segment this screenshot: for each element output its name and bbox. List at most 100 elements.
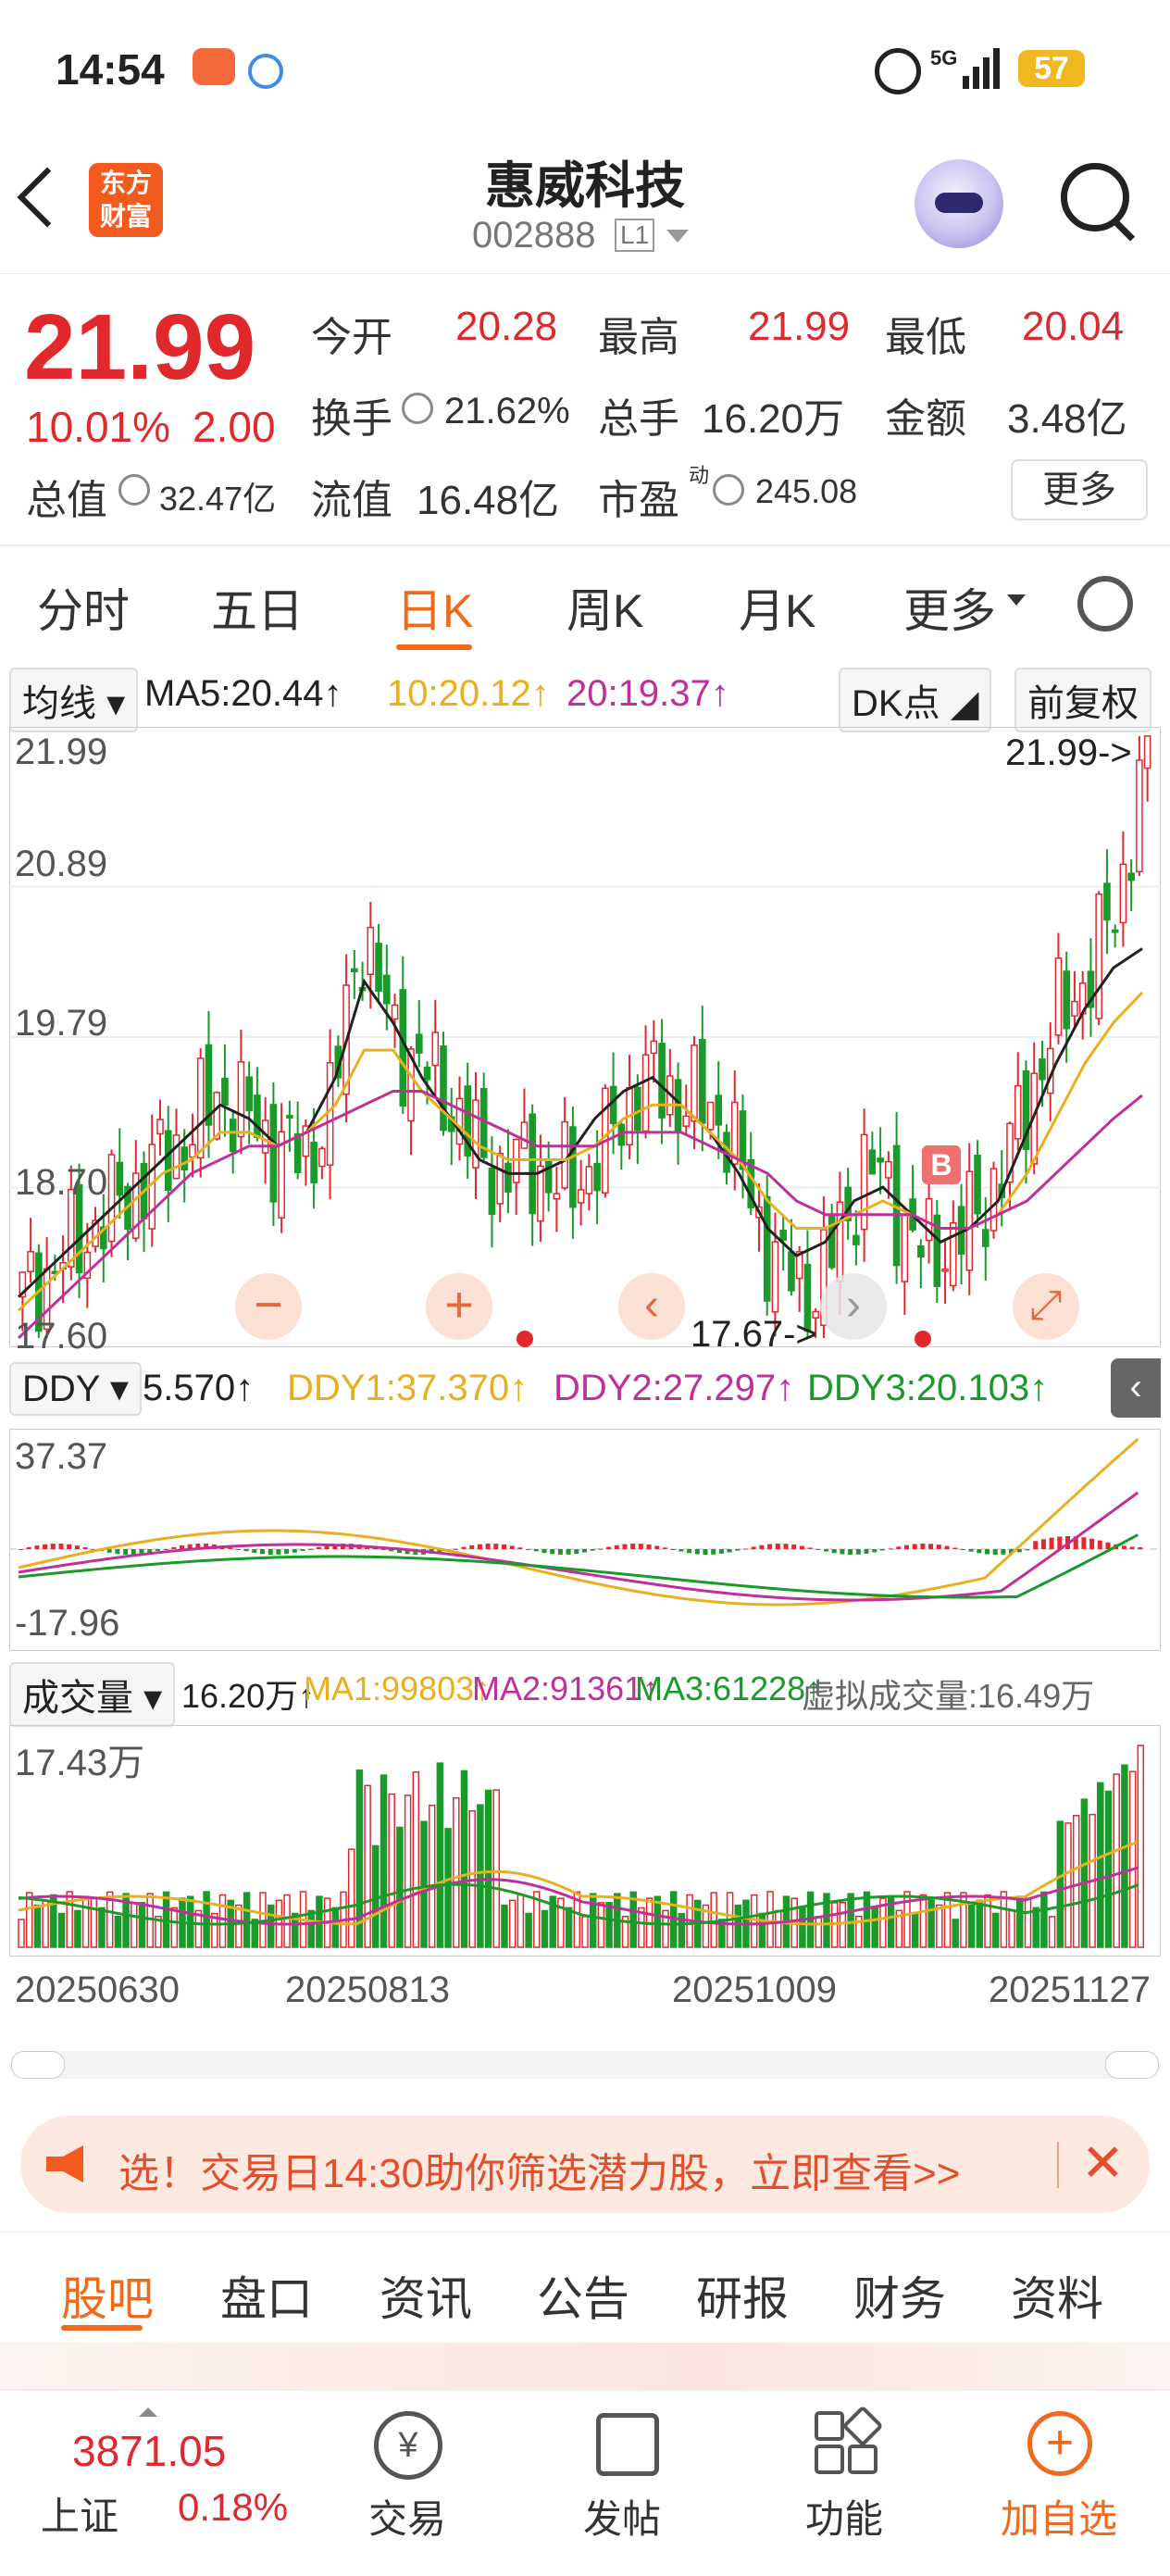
ddy-bar [1138,1546,1143,1549]
candle-body [763,1195,771,1302]
candle-body [715,1094,723,1126]
quote-panel: 21.99 10.01% 2.00 今开 20.28 最高 21.99 最低 2… [0,274,1170,546]
scroll-right-button[interactable]: › [820,1273,887,1340]
scroll-left-button[interactable]: ‹ [618,1273,685,1340]
ddy2-value: DDY2:27.297↑ [554,1368,795,1408]
ddy-bar [767,1544,773,1549]
code-dropdown-icon[interactable] [666,230,689,243]
volume-bar [919,1894,927,1948]
volume-bar [936,1904,943,1948]
candle-body [569,1126,577,1208]
tab-more-periods[interactable]: 更多 [903,574,996,641]
volume-bar [815,1916,823,1948]
volume-bar [1113,1773,1120,1948]
price-chart[interactable] [9,727,1161,1347]
ddy-bar [115,1549,120,1555]
scroll-handle-left[interactable] [11,2051,65,2079]
tab-profile[interactable]: 资料 [1011,2262,1103,2329]
open-value: 20.28 [455,304,558,349]
volume-bar [243,1892,251,1948]
candle-body [423,1066,431,1081]
index-value[interactable]: 3871.05 [72,2426,226,2476]
ma-selector[interactable]: 均线 ▾ [9,668,139,732]
ddy-bar [735,1549,741,1551]
volume-bar [1024,1897,1032,1948]
functions-label[interactable]: 功能 [789,2488,900,2545]
index-change: 0.18% [178,2485,289,2529]
tab-finance[interactable]: 财务 [853,2262,946,2329]
volume-bar [847,1893,854,1948]
add-watchlist-label[interactable]: 加自选 [994,2488,1124,2545]
more-periods-dropdown-icon [1007,594,1026,606]
post-edit-icon[interactable] [596,2413,659,2476]
tab-announcements[interactable]: 公告 [537,2262,629,2329]
promo-banner[interactable]: 选！交易日14:30助你筛选潜力股，立即查看>> ✕ [20,2116,1150,2213]
fullscreen-button[interactable]: ⤢ [1013,1273,1079,1340]
scroll-handle-right[interactable] [1105,2051,1159,2079]
volume-chart[interactable] [9,1725,1161,1957]
ma20-label: 20:19.37↑ [566,673,729,714]
candle-body [254,1094,261,1138]
turnover-info-icon[interactable] [402,393,433,424]
add-watchlist-icon[interactable]: + [1027,2411,1092,2476]
ddy-bar [34,1545,40,1549]
ddy-chart-frame [9,1429,1161,1651]
collapse-panel-button[interactable]: ‹ [1111,1358,1161,1418]
zoom-in-button[interactable]: + [426,1273,492,1340]
ddy-selector[interactable]: DDY ▾ [9,1362,142,1416]
ddy-bar [453,1548,458,1550]
volume-bar [428,1805,436,1948]
ddy-bar [526,1549,531,1550]
pe-info-icon[interactable] [713,474,744,506]
trade-label[interactable]: 交易 [352,2488,463,2545]
tab-five-day[interactable]: 五日 [211,574,304,641]
candle-body [318,1147,326,1168]
volume-bar [307,1909,315,1948]
ddy-bar [509,1545,515,1549]
ddy-chart[interactable] [9,1429,1161,1651]
kline-chart-area[interactable]: 均线 ▾ MA5:20.44↑ 10:20.12↑ 20:19.37↑ DK点 … [9,662,1161,2079]
robot-assistant-icon[interactable] [915,159,1003,248]
index-expand-icon[interactable] [139,2407,157,2417]
tab-news[interactable]: 资讯 [380,2262,472,2329]
ddy-bar [783,1544,789,1549]
tab-intraday[interactable]: 分时 [37,574,130,641]
candle-body [868,1149,877,1175]
tab-weekly-k[interactable]: 周K [566,574,643,641]
volume-bar [388,1793,395,1948]
candle-body [1071,1000,1078,1017]
trade-icon[interactable]: ¥ [374,2411,442,2480]
functions-grid-icon[interactable] [815,2405,884,2474]
dk-point-selector[interactable]: DK点 ◢ [839,668,992,732]
close-promo-icon[interactable]: ✕ [1081,2132,1125,2194]
y-label-2: 20.89 [15,844,108,884]
tab-daily-k[interactable]: 日K [396,574,473,641]
volume-bar [775,1909,782,1948]
ddy-bar [879,1549,885,1551]
tab-monthly-k[interactable]: 月K [739,574,815,641]
ddy1-line [18,1438,1139,1607]
volume-bar [380,1774,388,1948]
ddy-bar [566,1549,571,1555]
tab-pankou[interactable]: 盘口 [220,2262,313,2329]
tab-research[interactable]: 研报 [696,2262,789,2329]
volume-selector[interactable]: 成交量 ▾ [9,1662,176,1727]
post-label[interactable]: 发帖 [566,2488,678,2545]
ddy3-value: DDY3:20.103↑ [807,1368,1049,1408]
ddy-bar [864,1549,869,1554]
tab-guba[interactable]: 股吧 [61,2262,154,2329]
settings-gear-icon[interactable] [1077,576,1133,631]
promo-text[interactable]: 选！交易日14:30助你筛选潜力股，立即查看>> [118,2140,961,2199]
adjust-selector[interactable]: 前复权 [1014,668,1151,732]
candle-body [431,1032,440,1067]
candle-body [609,1085,617,1124]
volume-bar [911,1912,919,1948]
zoom-out-button[interactable]: − [235,1273,302,1340]
more-quote-button[interactable]: 更多 [1011,459,1148,520]
pe-value: 245.08 [755,472,858,510]
chart-scrollbar[interactable] [9,2051,1161,2079]
ddy-bar [687,1549,692,1554]
mktcap-info-icon[interactable] [118,474,150,506]
index-name: 上证 [41,2495,119,2538]
buy-signal-marker[interactable]: B [922,1145,961,1184]
